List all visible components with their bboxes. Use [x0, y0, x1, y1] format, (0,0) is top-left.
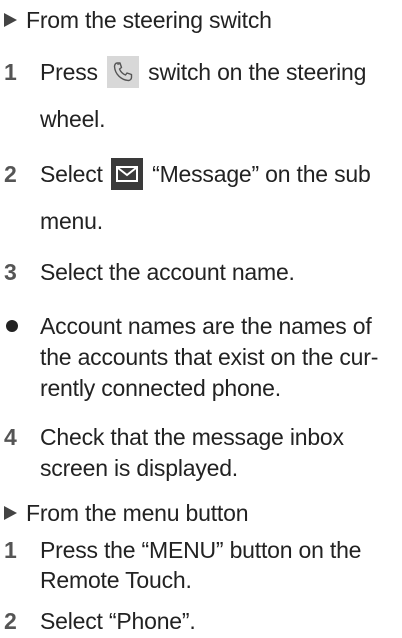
section-arrow-icon [4, 13, 17, 27]
menu-step-1-line-1: Press the “MENU” button on the [40, 537, 362, 563]
step-number: 1 [4, 59, 17, 85]
step-4-line-1: Check that the message inbox [40, 424, 344, 450]
step-1-text-after: switch on the steering [141, 59, 367, 85]
step-2-text-before: Select [40, 161, 109, 187]
message-envelope-icon [110, 157, 143, 190]
step-1-line-2: wheel. [40, 106, 106, 132]
note-line-2: the accounts that exist on the cur- [40, 344, 379, 370]
step-number: 1 [4, 537, 17, 563]
section-heading-steering: From the steering switch [26, 7, 272, 33]
step-number: 4 [4, 424, 17, 450]
section-heading-menu: From the menu button [26, 500, 249, 526]
bullet-icon [6, 320, 18, 332]
section-arrow-icon [4, 506, 17, 520]
step-number: 2 [4, 161, 17, 187]
step-2-text-after: “Message” on the sub [145, 161, 371, 187]
instruction-page: From the steering switch 1 Press switch … [0, 0, 402, 638]
note-line-1: Account names are the names of [40, 313, 372, 339]
note-line-3: rently connected phone. [40, 375, 281, 401]
step-number: 3 [4, 259, 17, 285]
menu-step-1-line-2: Remote Touch. [40, 567, 192, 593]
phone-icon [106, 55, 139, 88]
menu-step-2-line-1: Select “Phone”. [40, 608, 196, 634]
step-2-line-1: Select “Message” on the sub [40, 157, 371, 190]
step-2-line-2: menu. [40, 208, 103, 234]
step-4-line-2: screen is displayed. [40, 455, 238, 481]
step-1-line-1: Press switch on the steering [40, 55, 367, 88]
step-3-line-1: Select the account name. [40, 259, 295, 285]
step-1-text-before: Press [40, 59, 104, 85]
step-number: 2 [4, 608, 17, 634]
